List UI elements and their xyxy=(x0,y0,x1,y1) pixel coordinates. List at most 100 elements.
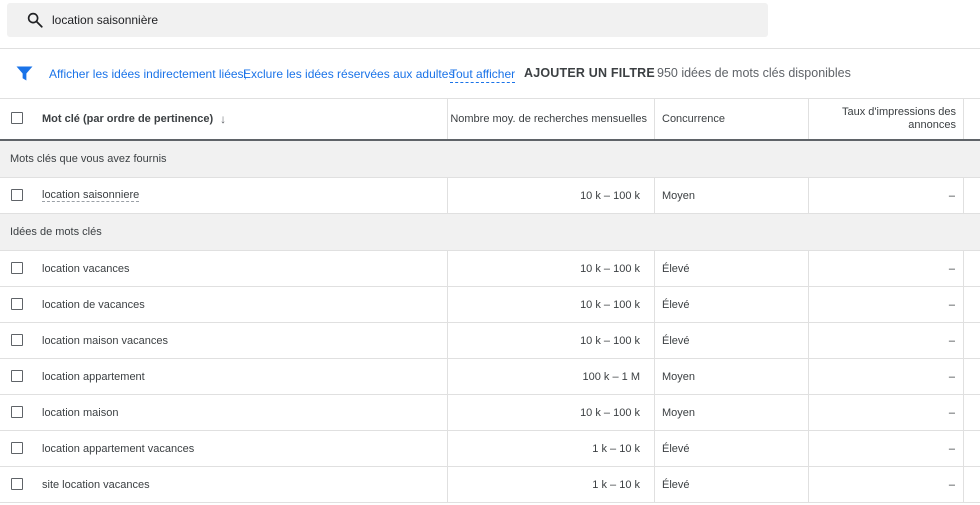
row-checkbox[interactable] xyxy=(11,298,23,310)
sort-arrow-icon[interactable]: ↓ xyxy=(220,112,226,126)
row-checkbox[interactable] xyxy=(11,442,23,454)
table-row: location appartement 100 k – 1 M Moyen – xyxy=(0,359,980,395)
keyword-cell[interactable]: location de vacances xyxy=(42,287,145,322)
column-divider xyxy=(654,467,655,502)
volume-cell: 10 k – 100 k xyxy=(580,189,640,202)
column-header-keyword[interactable]: Mot clé (par ordre de pertinence) ↓ xyxy=(42,99,226,139)
keyword-text: location maison vacances xyxy=(42,334,168,347)
competition-cell: Élevé xyxy=(662,478,690,491)
search-icon[interactable] xyxy=(26,11,44,29)
table-row: location appartement vacances 1 k – 10 k… xyxy=(0,431,980,467)
section-title: Mots clés que vous avez fournis xyxy=(10,153,167,165)
search-input[interactable]: location saisonnière xyxy=(52,13,158,27)
keyword-cell[interactable]: location maison vacances xyxy=(42,323,168,358)
row-checkbox[interactable] xyxy=(11,406,23,418)
keyword-text: location de vacances xyxy=(42,298,145,311)
keyword-text: location maison xyxy=(42,406,119,419)
column-divider xyxy=(963,287,964,322)
competition-cell: Élevé xyxy=(662,298,690,311)
volume-cell: 100 k – 1 M xyxy=(582,370,640,383)
column-divider xyxy=(654,359,655,394)
column-divider xyxy=(654,287,655,322)
keyword-cell[interactable]: location vacances xyxy=(42,251,129,286)
column-divider xyxy=(963,359,964,394)
select-all-checkbox[interactable] xyxy=(11,112,23,124)
competition-cell: Élevé xyxy=(662,262,690,275)
keyword-cell[interactable]: site location vacances xyxy=(42,467,150,502)
section-title: Idées de mots clés xyxy=(10,226,102,238)
section-header-provided: Mots clés que vous avez fournis xyxy=(0,141,980,178)
column-divider xyxy=(654,99,655,139)
keyword-cell[interactable]: location maison xyxy=(42,395,118,430)
table-row: location maison vacances 10 k – 100 k Él… xyxy=(0,323,980,359)
impressions-cell: – xyxy=(948,189,955,202)
competition-cell: Élevé xyxy=(662,442,690,455)
row-checkbox[interactable] xyxy=(11,370,23,382)
column-header-impressions-line2: annonces xyxy=(908,119,956,131)
keyword-cell[interactable]: location appartement vacances xyxy=(42,431,194,466)
keyword-cell[interactable]: location appartement xyxy=(42,359,145,394)
column-divider xyxy=(963,178,964,213)
impressions-cell: – xyxy=(948,262,955,275)
keyword-table: Mot clé (par ordre de pertinence) ↓ Nomb… xyxy=(0,98,980,503)
impressions-cell: – xyxy=(948,334,955,347)
volume-cell: 10 k – 100 k xyxy=(580,406,640,419)
filter-link-exclude-adult[interactable]: Exclure les idées réservées aux adultes xyxy=(243,67,454,81)
table-row: location maison 10 k – 100 k Moyen – xyxy=(0,395,980,431)
volume-cell: 10 k – 100 k xyxy=(580,334,640,347)
column-header-competition[interactable]: Concurrence xyxy=(662,99,725,139)
filter-link-indirect[interactable]: Afficher les idées indirectement liées; xyxy=(49,67,247,81)
filter-bar: Afficher les idées indirectement liées; … xyxy=(0,56,980,90)
show-all-link[interactable]: Tout afficher xyxy=(450,67,516,83)
row-checkbox[interactable] xyxy=(11,262,23,274)
volume-cell: 10 k – 100 k xyxy=(580,298,640,311)
column-header-keyword-label: Mot clé (par ordre de pertinence) xyxy=(42,113,214,125)
impressions-cell: – xyxy=(948,298,955,311)
column-divider xyxy=(654,323,655,358)
competition-cell: Moyen xyxy=(662,189,696,202)
row-checkbox[interactable] xyxy=(11,478,23,490)
column-divider xyxy=(963,251,964,286)
competition-cell: Moyen xyxy=(662,370,696,383)
competition-cell: Moyen xyxy=(662,406,696,419)
column-divider xyxy=(963,395,964,430)
table-row: location de vacances 10 k – 100 k Élevé … xyxy=(0,287,980,323)
impressions-cell: – xyxy=(948,370,955,383)
column-divider xyxy=(654,178,655,213)
column-divider xyxy=(654,431,655,466)
divider xyxy=(0,48,980,49)
volume-cell: 1 k – 10 k xyxy=(592,478,640,491)
column-divider xyxy=(963,99,964,139)
keyword-text: site location vacances xyxy=(42,478,150,491)
search-bar[interactable]: location saisonnière xyxy=(7,3,768,37)
keyword-text: location appartement xyxy=(42,370,145,383)
column-divider xyxy=(654,251,655,286)
table-row: site location vacances 1 k – 10 k Élevé … xyxy=(0,467,980,503)
keyword-count: 950 idées de mots clés disponibles xyxy=(657,66,851,80)
section-header-ideas: Idées de mots clés xyxy=(0,214,980,251)
keyword-text: location appartement vacances xyxy=(42,442,195,455)
row-checkbox[interactable] xyxy=(11,334,23,346)
impressions-cell: – xyxy=(948,478,955,491)
add-filter-button[interactable]: AJOUTER UN FILTRE xyxy=(524,66,655,80)
column-divider xyxy=(963,467,964,502)
column-divider xyxy=(963,323,964,358)
table-row: location saisonniere 10 k – 100 k Moyen … xyxy=(0,178,980,214)
table-row: location vacances 10 k – 100 k Élevé – xyxy=(0,251,980,287)
keyword-text: location saisonniere xyxy=(42,189,140,202)
column-header-volume[interactable]: Nombre moy. de recherches mensuelles xyxy=(448,99,647,139)
row-checkbox[interactable] xyxy=(11,189,23,201)
column-divider xyxy=(963,431,964,466)
table-header: Mot clé (par ordre de pertinence) ↓ Nomb… xyxy=(0,98,980,141)
volume-cell: 1 k – 10 k xyxy=(592,442,640,455)
column-header-impressions[interactable]: Taux d'impressions des annonces xyxy=(808,99,956,139)
column-header-impressions-line1: Taux d'impressions des xyxy=(842,106,956,118)
keyword-text: location vacances xyxy=(42,262,130,275)
competition-cell: Élevé xyxy=(662,334,690,347)
keyword-cell[interactable]: location saisonniere xyxy=(42,178,140,213)
filter-icon[interactable] xyxy=(16,66,33,81)
volume-cell: 10 k – 100 k xyxy=(580,262,640,275)
column-divider xyxy=(654,395,655,430)
impressions-cell: – xyxy=(948,442,955,455)
impressions-cell: – xyxy=(948,406,955,419)
